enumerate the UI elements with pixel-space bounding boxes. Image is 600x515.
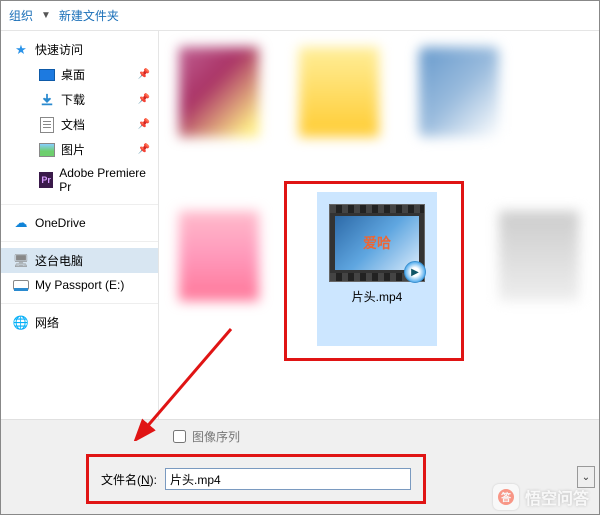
pin-icon: 📌 [138, 119, 150, 130]
sidebar-item-label: OneDrive [35, 216, 86, 230]
file-item[interactable] [409, 41, 509, 161]
pin-icon: 📌 [138, 69, 150, 80]
divider [1, 303, 158, 304]
sidebar-item-network[interactable]: 🌐 网络 [1, 310, 158, 335]
image-sequence-checkbox[interactable] [173, 430, 186, 443]
sidebar-item-label: 快速访问 [35, 41, 83, 58]
sidebar-item-pictures[interactable]: 图片 📌 [1, 137, 158, 162]
filename-input[interactable] [165, 468, 411, 490]
sidebar-item-label: 网络 [35, 314, 59, 331]
video-thumbnail-icon: 爱哈 ▶ [329, 204, 425, 282]
pc-icon: 🖥 [13, 253, 29, 269]
picture-icon [39, 142, 55, 158]
file-label: 片头.mp4 [352, 288, 403, 305]
toolbar: 组织 ▼ 新建文件夹 [1, 1, 599, 31]
sidebar-item-premiere[interactable]: Pr Adobe Premiere Pr [1, 162, 158, 198]
download-icon [39, 92, 55, 108]
file-item[interactable] [289, 41, 389, 161]
sidebar-item-downloads[interactable]: 下载 📌 [1, 87, 158, 112]
annotation-box-file: 爱哈 ▶ 片头.mp4 [284, 181, 464, 361]
sidebar-item-label: 图片 [61, 141, 85, 158]
thumbnail-icon [499, 211, 579, 301]
desktop-icon [39, 67, 55, 83]
divider [1, 241, 158, 242]
drive-icon [13, 277, 29, 293]
premiere-icon: Pr [39, 172, 53, 188]
play-icon: ▶ [404, 261, 426, 283]
thumbnail-icon [299, 47, 379, 137]
svg-text:答: 答 [500, 491, 512, 504]
divider [1, 204, 158, 205]
watermark-text: 悟空问答 [525, 485, 589, 509]
sidebar-item-label: Adobe Premiere Pr [59, 166, 150, 194]
filename-label: 文件名(N): [101, 471, 157, 488]
document-icon [39, 117, 55, 133]
pin-icon: 📌 [138, 144, 150, 155]
video-preview: 爱哈 [335, 216, 419, 270]
file-item[interactable] [169, 41, 269, 161]
wukong-logo-icon: 答 [493, 484, 519, 510]
thumbnail-icon [179, 47, 259, 137]
sidebar-item-label: My Passport (E:) [35, 278, 124, 292]
sidebar-item-desktop[interactable]: 桌面 📌 [1, 62, 158, 87]
file-area[interactable]: 爱哈 ▶ 片头.mp4 [159, 31, 599, 421]
file-row [169, 41, 589, 161]
annotation-box-filename: 文件名(N): [86, 454, 426, 504]
sidebar-item-documents[interactable]: 文档 📌 [1, 112, 158, 137]
sidebar: ★ 快速访问 桌面 📌 下载 📌 文档 📌 图片 📌 Pr Adobe [1, 31, 159, 421]
sidebar-item-label: 桌面 [61, 66, 85, 83]
organize-button[interactable]: 组织 [9, 7, 33, 24]
watermark: 答 悟空问答 [493, 484, 589, 510]
sidebar-item-this-pc[interactable]: 🖥 这台电脑 [1, 248, 158, 273]
body-area: ★ 快速访问 桌面 📌 下载 📌 文档 📌 图片 📌 Pr Adobe [1, 31, 599, 421]
new-folder-button[interactable]: 新建文件夹 [59, 7, 119, 24]
sidebar-item-label: 文档 [61, 116, 85, 133]
sidebar-item-my-passport[interactable]: My Passport (E:) [1, 273, 158, 297]
image-sequence-row: 图像序列 [173, 428, 589, 445]
image-sequence-label: 图像序列 [192, 428, 240, 445]
file-item[interactable] [169, 191, 269, 311]
pin-icon: 📌 [138, 94, 150, 105]
file-item[interactable] [489, 191, 589, 311]
thumbnail-icon [419, 47, 499, 137]
thumbnail-icon [179, 211, 259, 301]
sidebar-item-label: 下载 [61, 91, 85, 108]
star-icon: ★ [13, 42, 29, 58]
cloud-icon: ☁ [13, 215, 29, 231]
dropdown-arrow-icon[interactable]: ▼ [41, 10, 51, 21]
sidebar-item-label: 这台电脑 [35, 252, 83, 269]
file-item-selected[interactable]: 爱哈 ▶ 片头.mp4 [317, 192, 437, 346]
sidebar-item-onedrive[interactable]: ☁ OneDrive [1, 211, 158, 235]
sidebar-item-quick-access[interactable]: ★ 快速访问 [1, 37, 158, 62]
network-icon: 🌐 [13, 315, 29, 331]
